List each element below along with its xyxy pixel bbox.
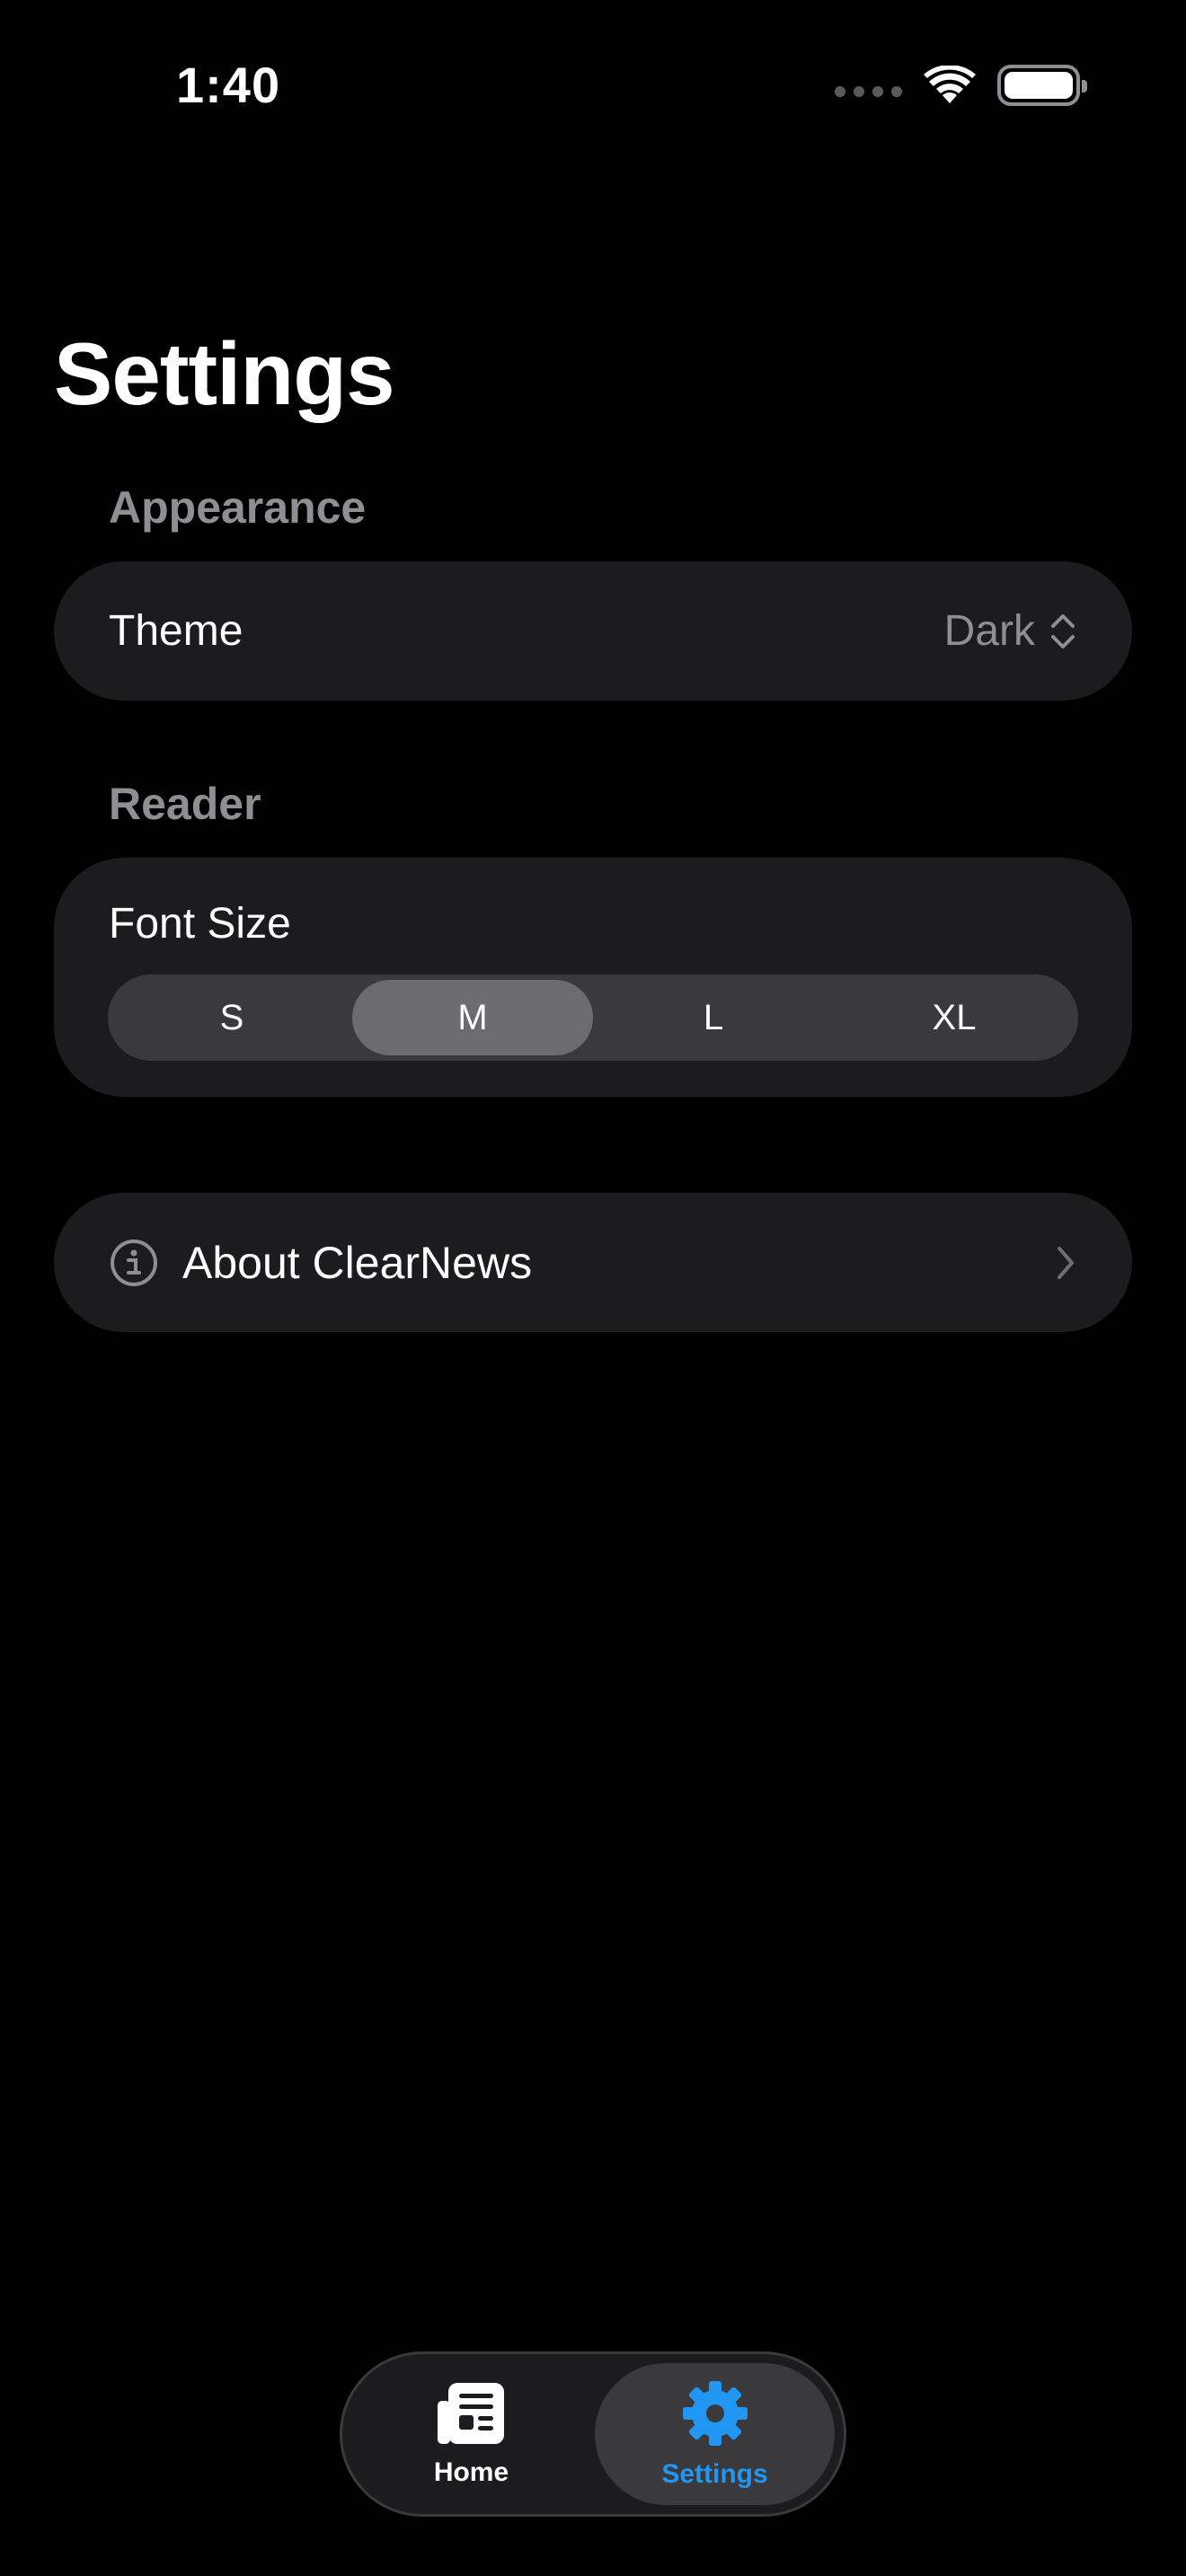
chevron-right-icon bbox=[1055, 1245, 1076, 1281]
chevron-up-down-icon bbox=[1049, 611, 1076, 652]
font-size-option-m[interactable]: M bbox=[352, 980, 593, 1055]
page-title: Settings bbox=[54, 324, 395, 423]
cellular-signal-icon bbox=[835, 86, 902, 97]
settings-screen: 1:40 Settings Appearance Theme Dark Read… bbox=[0, 0, 1186, 2576]
font-size-segmented-control: S M L XL bbox=[108, 975, 1078, 1061]
tab-settings-label: Settings bbox=[661, 2458, 768, 2489]
tab-bar: Home Settings bbox=[340, 2351, 846, 2517]
theme-value-picker[interactable]: Dark bbox=[944, 606, 1076, 656]
about-row[interactable]: About ClearNews bbox=[54, 1193, 1132, 1332]
theme-value: Dark bbox=[943, 607, 1035, 655]
battery-icon bbox=[997, 65, 1087, 106]
font-size-label: Font Size bbox=[109, 900, 291, 948]
info-icon bbox=[109, 1238, 159, 1288]
gear-icon bbox=[681, 2379, 749, 2452]
tab-settings[interactable]: Settings bbox=[595, 2363, 835, 2505]
theme-label: Theme bbox=[109, 607, 243, 655]
tab-home[interactable]: Home bbox=[351, 2363, 591, 2505]
reader-section-header: Reader bbox=[109, 779, 261, 829]
font-size-option-s[interactable]: S bbox=[111, 980, 352, 1055]
tab-home-label: Home bbox=[433, 2457, 509, 2487]
font-size-option-l[interactable]: L bbox=[593, 980, 834, 1055]
appearance-section-header: Appearance bbox=[109, 482, 367, 533]
status-indicators bbox=[835, 65, 1087, 106]
status-time: 1:40 bbox=[176, 57, 281, 113]
theme-picker-row[interactable]: Theme Dark bbox=[54, 561, 1132, 701]
about-label: About ClearNews bbox=[182, 1237, 533, 1288]
wifi-icon bbox=[924, 66, 976, 105]
font-size-option-xl[interactable]: XL bbox=[834, 980, 1075, 1055]
newspaper-icon bbox=[436, 2381, 508, 2450]
font-size-card: Font Size S M L XL bbox=[54, 858, 1132, 1097]
